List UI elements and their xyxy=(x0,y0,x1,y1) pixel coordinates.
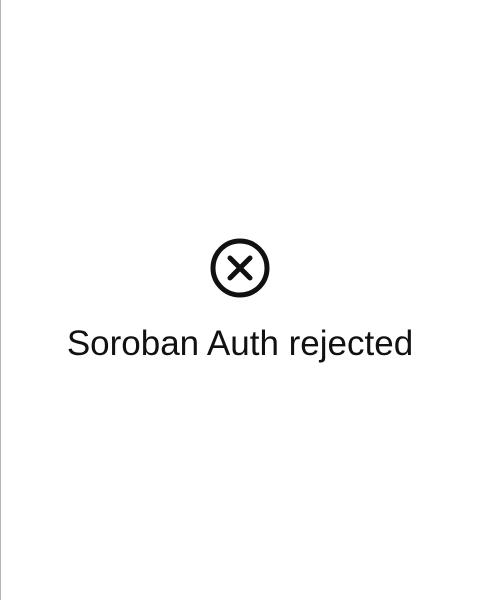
close-circle-icon xyxy=(209,237,271,299)
rejection-status-panel: Soroban Auth rejected xyxy=(0,0,480,600)
status-message: Soroban Auth rejected xyxy=(66,324,414,363)
